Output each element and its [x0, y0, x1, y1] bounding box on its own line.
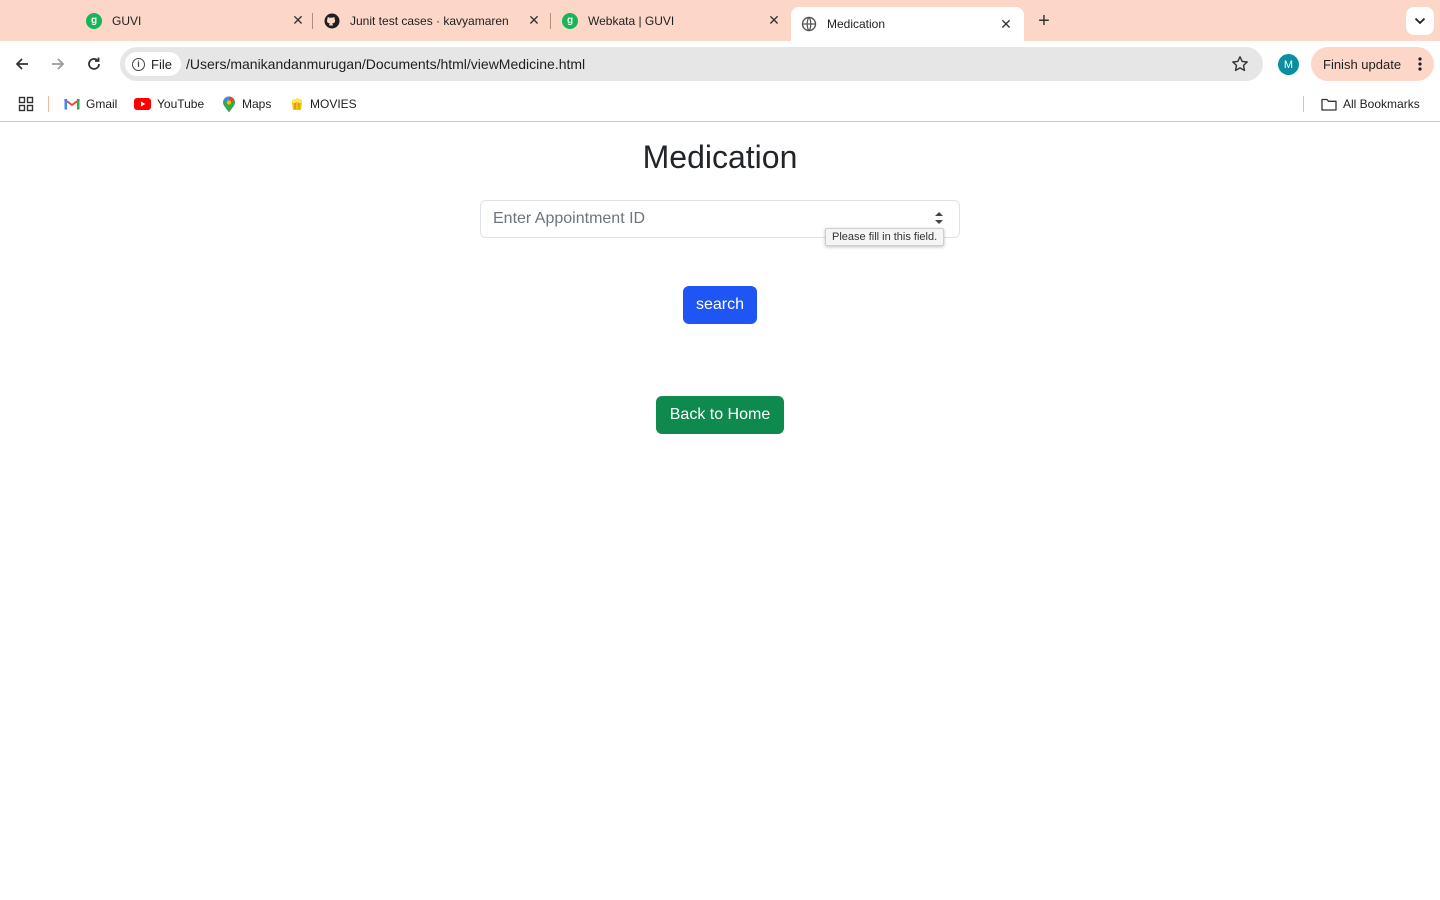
tab-divider — [550, 13, 551, 29]
youtube-icon — [134, 98, 151, 110]
finish-update-button[interactable]: Finish update — [1311, 47, 1434, 81]
page-content: Medication Please fill in this field. se… — [0, 122, 1440, 900]
globe-icon — [801, 16, 817, 32]
chip-label: File — [151, 56, 172, 72]
bookmark-youtube[interactable]: YouTube — [134, 95, 204, 113]
reload-button[interactable] — [80, 50, 108, 78]
tab-search-button[interactable] — [1406, 7, 1434, 35]
bookmark-label: Gmail — [86, 97, 118, 111]
back-nav-button[interactable] — [8, 50, 36, 78]
guvi-icon: g — [86, 12, 102, 29]
bookmark-star-icon[interactable] — [1231, 55, 1249, 73]
forward-nav-button[interactable] — [44, 50, 72, 78]
validation-tooltip: Please fill in this field. — [825, 228, 945, 246]
close-icon[interactable]: ✕ — [998, 16, 1014, 32]
arrow-right-icon — [52, 58, 65, 70]
tab-strip: g GUVI ✕ Junit test cases · kavyamaren ✕… — [0, 0, 1440, 41]
bookmark-movies[interactable]: MOVIES — [290, 95, 357, 113]
close-icon[interactable]: ✕ — [766, 12, 782, 29]
apps-button[interactable] — [18, 95, 40, 113]
bookmark-divider — [1303, 96, 1304, 112]
page-title: Medication — [642, 139, 798, 175]
bookmark-gmail[interactable]: Gmail — [64, 95, 117, 113]
bookmark-label: MOVIES — [310, 97, 357, 111]
more-options-icon — [1418, 57, 1422, 71]
chevron-down-icon — [1414, 17, 1426, 25]
all-bookmarks-button[interactable]: All Bookmarks — [1321, 95, 1420, 113]
back-to-home-button[interactable]: Back to Home — [656, 396, 784, 434]
github-icon — [324, 13, 340, 29]
bookmark-maps[interactable]: Maps — [222, 95, 271, 113]
bookmark-divider — [48, 96, 49, 112]
info-icon: i — [132, 57, 145, 71]
url-text[interactable]: /Users/manikandanmurugan/Documents/html/… — [186, 56, 585, 72]
arrow-left-icon — [15, 58, 28, 70]
tab-title: Medication — [827, 17, 886, 31]
all-bookmarks-label: All Bookmarks — [1343, 97, 1420, 111]
site-info-chip[interactable]: i File — [125, 52, 181, 76]
finish-update-label: Finish update — [1323, 56, 1402, 72]
profile-avatar[interactable]: M — [1278, 54, 1299, 75]
tab-divider — [312, 13, 313, 29]
reload-icon — [88, 57, 100, 70]
browser-toolbar: i File /Users/manikandanmurugan/Document… — [0, 41, 1440, 87]
bookmark-label: Maps — [242, 97, 272, 111]
close-icon[interactable]: ✕ — [526, 12, 542, 29]
maps-icon — [223, 96, 235, 112]
new-tab-button[interactable]: + — [1032, 9, 1056, 33]
address-bar[interactable]: i File /Users/manikandanmurugan/Document… — [120, 47, 1263, 81]
guvi-icon: g — [562, 12, 578, 29]
tab-title: Junit test cases · kavyamaren — [350, 13, 509, 28]
bookmark-label: YouTube — [157, 97, 205, 111]
tab-junit[interactable]: Junit test cases · kavyamaren ✕ — [324, 6, 544, 35]
apps-grid-icon — [18, 96, 34, 112]
tab-medication[interactable]: Medication ✕ — [791, 7, 1024, 41]
number-spinner-icon[interactable] — [932, 208, 946, 228]
folder-icon — [1321, 98, 1337, 111]
tab-title: GUVI — [112, 13, 142, 28]
tab-webkata[interactable]: g Webkata | GUVI ✕ — [562, 6, 782, 35]
movies-icon — [292, 98, 302, 110]
gmail-icon — [64, 98, 80, 110]
tab-title: Webkata | GUVI — [588, 13, 675, 28]
close-icon[interactable]: ✕ — [290, 12, 306, 29]
bookmarks-bar: Gmail YouTube Maps MOVIES All Bookmarks — [0, 87, 1440, 122]
tab-guvi[interactable]: g GUVI ✕ — [86, 6, 306, 35]
search-button[interactable]: search — [683, 286, 757, 324]
